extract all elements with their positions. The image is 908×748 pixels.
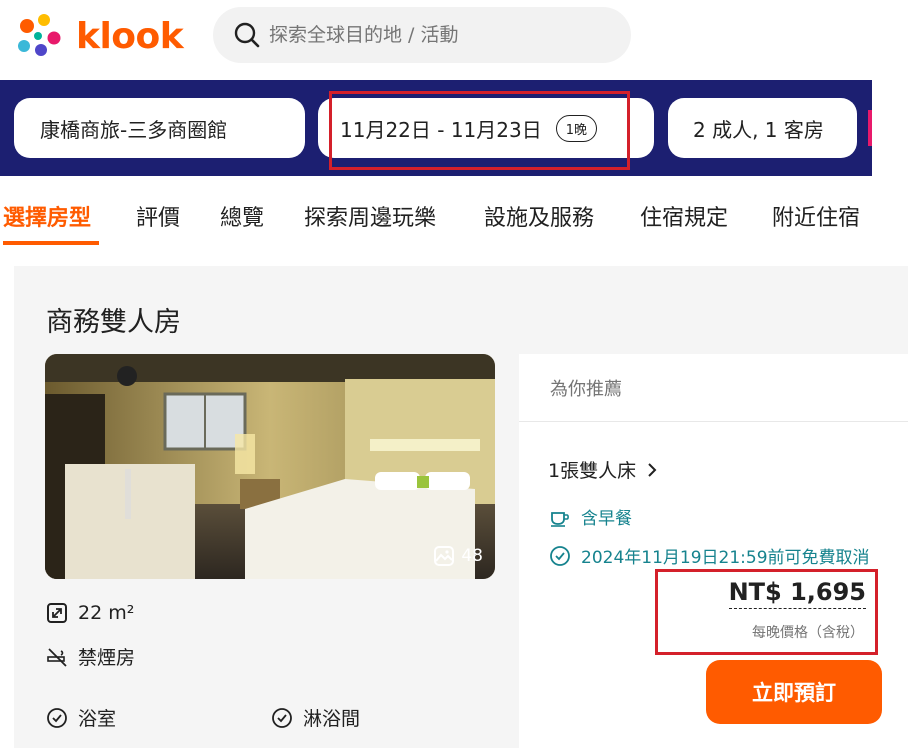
room-title: 商務雙人房 [46,307,181,338]
amenity-bathroom: 浴室 [46,704,116,731]
active-tab-indicator [3,241,99,245]
guest-selector[interactable]: 2 成人, 1 客房 [668,98,857,158]
search-input[interactable] [269,24,609,46]
chevron-right-icon [648,462,657,477]
tab-facilities[interactable]: 設施及服務 [484,200,594,232]
cancellation-text: 2024年11月19日21:59前可免費取消 [581,548,870,568]
klook-logo[interactable]: klook [14,12,184,60]
breakfast-text: 含早餐 [581,509,632,529]
tab-overview[interactable]: 總覽 [220,200,264,232]
rate-panel: 為你推薦 1張雙人床 含早餐 2024年11月19日21:59前可免費取消 NT… [519,354,908,748]
room-photo[interactable]: 48 [45,354,495,579]
tab-reviews[interactable]: 評價 [136,200,180,232]
amenity-label: 浴室 [78,708,117,730]
tab-nearby-activities[interactable]: 探索周邊玩樂 [304,200,436,232]
room-size-text: 22 m² [78,602,135,624]
klook-logo-mark-icon [18,14,61,56]
room-size: 22 m² [46,602,134,624]
room-card: 商務雙人房 48 22 m² 禁煙房 浴室 淋浴間 為你推薦 1張雙人床 含早餐… [14,266,908,748]
amenity-shower: 淋浴間 [271,704,360,731]
tab-policies[interactable]: 住宿規定 [640,200,728,232]
site-header: klook [0,0,908,80]
price-highlight-box [655,569,878,655]
check-circle-icon [272,707,292,728]
check-circle-icon [47,707,67,728]
check-circle-icon [550,545,570,566]
breakfast-perk: 含早餐 [549,504,632,529]
photo-count-badge[interactable]: 48 [433,545,483,567]
search-bar[interactable] [213,7,631,63]
room-photo-image [45,354,495,579]
gallery-icon [434,546,455,566]
guest-count: 2 成人, 1 客房 [693,117,824,142]
bed-type-link[interactable]: 1張雙人床 [548,456,658,483]
klook-wordmark: klook [76,15,184,57]
coffee-cup-icon [551,511,569,527]
tab-nearby-stays[interactable]: 附近住宿 [772,200,860,232]
search-icon [234,22,260,48]
expand-icon [47,603,67,623]
photo-count: 48 [461,546,483,566]
smoking-policy: 禁煙房 [46,643,135,670]
hotel-name: 康橋商旅-三多商圈館 [40,117,228,142]
no-smoking-icon [47,647,67,667]
search-button-edge[interactable] [868,110,872,146]
tab-select-room[interactable]: 選擇房型 [3,200,91,232]
book-now-button[interactable]: 立即預訂 [706,660,882,724]
bed-type-text: 1張雙人床 [548,460,637,482]
free-cancellation: 2024年11月19日21:59前可免費取消 [549,543,870,568]
amenity-label: 淋浴間 [303,708,361,730]
hotel-selector[interactable]: 康橋商旅-三多商圈館 [14,98,305,158]
smoking-policy-text: 禁煙房 [78,647,136,669]
section-tabs: 選擇房型 評價 總覽 探索周邊玩樂 設施及服務 住宿規定 附近住宿 [0,176,908,250]
recommended-label: 為你推薦 [519,354,908,422]
dates-highlight-box [329,91,630,170]
